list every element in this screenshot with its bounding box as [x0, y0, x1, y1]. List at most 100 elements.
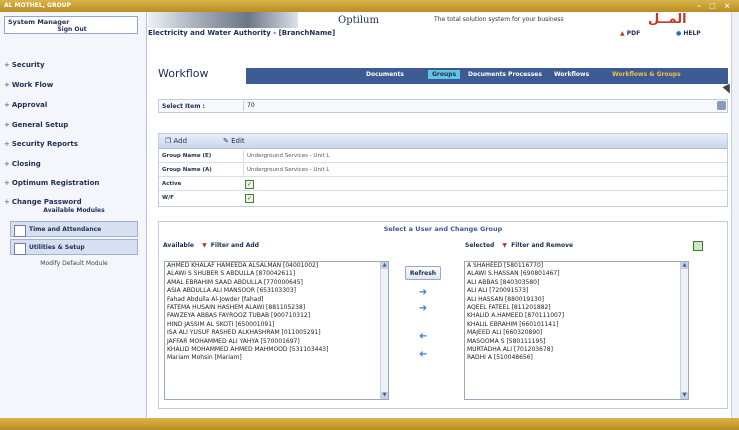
tab-documents[interactable]: Documents — [366, 71, 404, 78]
sidebar-item-label: Optimum Registration — [11, 179, 100, 187]
add-icon: ❐ — [165, 137, 172, 145]
add-button[interactable]: ❐ Add — [165, 137, 187, 145]
tab-groups[interactable]: Groups — [428, 70, 461, 79]
group-toolbar: ❐ Add ✎ Edit — [159, 134, 727, 149]
help-button[interactable]: ● HELP — [676, 30, 701, 37]
tab-workflows[interactable]: Workflows — [554, 71, 589, 78]
move-left-icon[interactable]: ➜ — [417, 331, 429, 342]
list-item[interactable]: JAFFAR MOHAMMED ALI YAHYA [570001697] — [165, 338, 388, 346]
list-item[interactable]: KHALID A.HAMEED [870111007] — [465, 312, 688, 320]
list-item[interactable]: MAJEED ALI [660320890] — [465, 329, 688, 337]
available-users-list[interactable]: AHMED KHALAF HAMEEDA ALSALMAN [04001002]… — [164, 261, 389, 400]
product-logo: Optilum — [338, 15, 379, 26]
list-item[interactable]: ALI HASSAN [880019130] — [465, 296, 688, 304]
scroll-down-icon[interactable]: ▼ — [381, 392, 388, 399]
filter-icon[interactable]: ▼ — [202, 242, 207, 249]
group-name-a-field[interactable]: Underground Services - Unit L — [243, 164, 329, 176]
move-all-left-icon[interactable]: ➜ — [417, 349, 429, 360]
banner-image — [148, 12, 298, 28]
window-controls[interactable]: – □ × — [697, 0, 733, 12]
list-item[interactable]: RADHI A [510048656] — [465, 354, 688, 362]
list-item[interactable]: AQEEL FATEEL [811201882] — [465, 304, 688, 312]
wf-row: W/F ✓ — [159, 192, 727, 205]
list-item[interactable]: ALI ALI [720091573] — [465, 287, 688, 295]
page-scrollbar[interactable] — [731, 12, 739, 418]
list-item[interactable]: A SHAHEED [580116770] — [465, 262, 688, 270]
tab-documents-processes[interactable]: Documents Processes — [468, 71, 542, 78]
scrollbar[interactable]: ▲ ▼ — [380, 262, 388, 399]
list-item[interactable]: Mariam Mohsin [Mariam] — [165, 354, 388, 362]
filter-add-link[interactable]: Filter and Add — [211, 242, 259, 249]
lookup-icon[interactable] — [717, 101, 726, 110]
module-utilities-setup[interactable]: Utilities & Setup — [10, 239, 138, 255]
list-item[interactable]: KHALIL EBRAHIM [660101141] — [465, 321, 688, 329]
pdf-icon: ▲ — [620, 30, 625, 37]
sidebar-item-approval[interactable]: + Approval — [4, 101, 47, 115]
scrollbar[interactable]: ▲ ▼ — [680, 262, 688, 399]
selected-users-list[interactable]: A SHAHEED [580116770] ALAWI S.HASSAN [69… — [464, 261, 689, 400]
edit-label: Edit — [231, 137, 245, 145]
modify-default-module-link[interactable]: Modify Default Module — [10, 260, 138, 267]
sidebar-item-closing[interactable]: + Closing — [4, 160, 41, 174]
list-item[interactable]: HIND JASSIM AL SKOTI [650001091] — [165, 321, 388, 329]
select-item-row: Select Item : 70 — [158, 99, 728, 113]
list-item[interactable]: Fahad Abdulla Al-Jowder [fahad] — [165, 296, 388, 304]
expand-icon: + — [4, 140, 10, 148]
sidebar-item-label: Change Password — [11, 198, 82, 206]
members-title: Select a User and Change Group — [383, 225, 503, 233]
list-item[interactable]: MURTADHA ALI [701203678] — [465, 346, 688, 354]
sidebar-item-optimum-registration[interactable]: + Optimum Registration — [4, 179, 99, 193]
sidebar-item-security-reports[interactable]: + Security Reports — [4, 140, 78, 154]
wf-checkbox[interactable]: ✓ — [245, 194, 254, 203]
sidebar-item-label: Security Reports — [11, 140, 78, 148]
selected-label: Selected — [465, 242, 495, 249]
tab-workflows-groups[interactable]: Workflows & Groups — [612, 71, 681, 78]
list-item[interactable]: ISA ALI YUSUF RASHED ALKHASHRAM [0110052… — [165, 329, 388, 337]
edit-button[interactable]: ✎ Edit — [223, 137, 245, 145]
list-item[interactable]: AMAL EBRAHIM SAAD ABDULLA [770000645] — [165, 279, 388, 287]
active-row: Active ✓ — [159, 178, 727, 191]
list-item[interactable]: FAWZEYA ABBAS FAYROOZ TUBAB [900710312] — [165, 312, 388, 320]
sidebar-item-general-setup[interactable]: + General Setup — [4, 121, 68, 135]
scroll-down-icon[interactable]: ▼ — [681, 392, 688, 399]
filter-icon[interactable]: ▼ — [502, 242, 507, 249]
list-item[interactable]: KHALID MOHAMMED AHMED MAHMOOD [531103443… — [165, 346, 388, 354]
group-name-e-field[interactable]: Underground Services - Unit L — [243, 150, 329, 162]
list-item[interactable]: ALAWI S SHUBER S ABDULLA [870042611] — [165, 270, 388, 278]
list-item[interactable]: FATEMA HUSAIN HASHEM ALAWI [881105238] — [165, 304, 388, 312]
list-item[interactable]: MASOOMA S [580111195] — [465, 338, 688, 346]
field-label: Group Name (E) — [162, 153, 212, 159]
user-box: System Manager Sign Out — [4, 16, 138, 34]
list-item[interactable]: AHMED KHALAF HAMEEDA ALSALMAN [04001002] — [165, 262, 388, 270]
list-item[interactable]: ALI ABBAS [840303580] — [465, 279, 688, 287]
expand-icon: + — [4, 61, 10, 69]
select-item-field[interactable]: 70 — [243, 101, 719, 111]
module-time-attendance[interactable]: Time and Attendance — [10, 221, 138, 237]
list-item[interactable]: ASIA ABDULLA ALI MANSOOR [653103303] — [165, 287, 388, 295]
pdf-button[interactable]: ▲ PDF — [620, 30, 640, 37]
list-item[interactable]: ALAWI S.HASSAN [690801467] — [465, 270, 688, 278]
field-label: Group Name (A) — [162, 167, 212, 173]
filter-remove-link[interactable]: Filter and Remove — [511, 242, 573, 249]
sidebar-item-security[interactable]: + Security — [4, 61, 45, 75]
status-bar — [0, 418, 739, 430]
scroll-up-icon[interactable]: ▲ — [681, 262, 688, 269]
group-name-a-row: Group Name (A) Underground Services - Un… — [159, 164, 727, 177]
help-icon: ● — [676, 30, 682, 37]
tools-icon — [14, 243, 26, 255]
refresh-button[interactable]: Refresh — [405, 266, 441, 280]
sign-out-link[interactable]: Sign Out — [5, 26, 139, 33]
move-all-right-icon[interactable]: ➜ — [417, 304, 429, 314]
scroll-up-icon[interactable]: ▲ — [381, 262, 388, 269]
module-label: Time and Attendance — [29, 226, 102, 233]
organization-title: Electricity and Water Authority - [Branc… — [148, 29, 336, 37]
group-details: ❐ Add ✎ Edit Group Name (E) Underground … — [158, 133, 728, 207]
expand-icon: + — [4, 198, 10, 206]
sidebar-item-label: Closing — [11, 160, 41, 168]
group-name-e-row: Group Name (E) Underground Services - Un… — [159, 150, 727, 163]
active-checkbox[interactable]: ✓ — [245, 180, 254, 189]
field-label: Active — [162, 181, 182, 187]
grid-icon[interactable] — [693, 241, 703, 251]
sidebar-item-work-flow[interactable]: + Work Flow — [4, 81, 53, 95]
move-right-icon[interactable]: ➜ — [417, 288, 429, 298]
